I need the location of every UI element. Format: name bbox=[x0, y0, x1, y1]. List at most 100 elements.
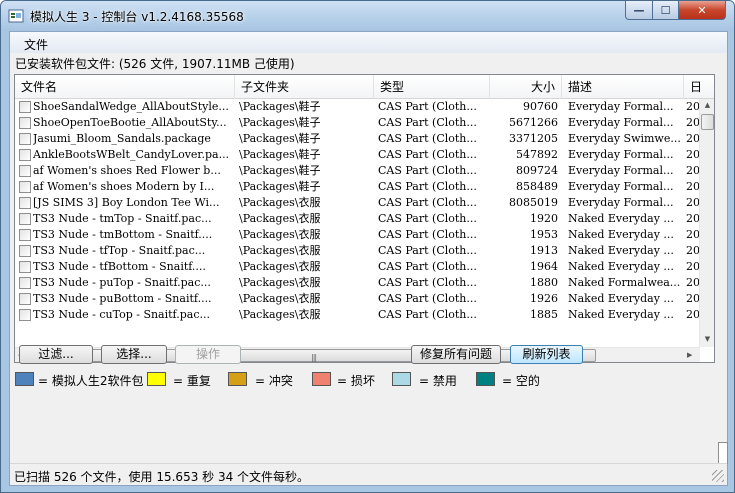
legend-label-conflict: = 冲突 bbox=[255, 374, 293, 388]
close-button[interactable]: ✕ bbox=[678, 1, 726, 20]
table-row[interactable]: TS3 Nude - puBottom - Snaitf.... \Package… bbox=[15, 291, 700, 307]
cell-date: 20 bbox=[686, 212, 700, 225]
table-row[interactable]: TS3 Nude - tfBottom - Snaitf.... \Package… bbox=[15, 259, 700, 275]
column-header-size[interactable]: 大小 bbox=[490, 75, 562, 99]
select-button[interactable]: 选择... bbox=[101, 345, 167, 364]
table-row[interactable]: Jasumi_Bloom_Sandals.package \Packages\鞋子… bbox=[15, 131, 700, 147]
cell-size: 1913 bbox=[530, 244, 558, 257]
filter-button[interactable]: 过滤... bbox=[19, 345, 93, 364]
row-checkbox[interactable] bbox=[19, 309, 31, 321]
menu-file[interactable]: 文件 bbox=[24, 36, 48, 53]
scroll-up-arrow-icon[interactable]: ▲ bbox=[700, 101, 714, 109]
list-rows: ShoeSandalWedge_AllAboutStyle... \Package… bbox=[15, 99, 700, 347]
cell-type: CAS Part (Cloth... bbox=[378, 180, 477, 193]
cell-type: CAS Part (Cloth... bbox=[378, 228, 477, 241]
maximize-button[interactable]: ☐ bbox=[652, 1, 679, 20]
lower-panel-scrollbar[interactable] bbox=[718, 442, 728, 464]
table-row[interactable]: ShoeSandalWedge_AllAboutStyle... \Package… bbox=[15, 99, 700, 115]
table-row[interactable]: TS3 Nude - tmTop - Snaitf.pac... \Package… bbox=[15, 211, 700, 227]
cell-date: 20 bbox=[686, 244, 700, 257]
column-header-date[interactable]: 日 bbox=[684, 75, 714, 99]
cell-description: Naked Everyday ... bbox=[568, 228, 674, 241]
cell-description: Everyday Formal... bbox=[568, 148, 674, 161]
refresh-list-button[interactable]: 刷新列表 bbox=[510, 345, 583, 364]
row-checkbox[interactable] bbox=[19, 181, 31, 193]
cell-type: CAS Part (Cloth... bbox=[378, 260, 477, 273]
cell-size: 1926 bbox=[530, 292, 558, 305]
cell-size: 3371205 bbox=[509, 132, 558, 145]
package-list[interactable]: 文件名 子文件夹 类型 大小 描述 日 ShoeSandalWedge_AllA… bbox=[14, 74, 715, 363]
table-row[interactable]: TS3 Nude - puTop - Snaitf.pac... \Package… bbox=[15, 275, 700, 291]
legend-label-sims2: = 模拟人生2软件包 bbox=[38, 374, 144, 388]
cell-size: 547892 bbox=[516, 148, 558, 161]
table-row[interactable]: TS3 Nude - tmBottom - Snaitf.... \Package… bbox=[15, 227, 700, 243]
table-row[interactable]: af Women's shoes Red Flower b... \Package… bbox=[15, 163, 700, 179]
cell-description: Naked Everyday ... bbox=[568, 212, 674, 225]
row-checkbox[interactable] bbox=[19, 261, 31, 273]
legend-label-disabled: = 禁用 bbox=[419, 374, 457, 388]
cell-description: Everyday Formal... bbox=[568, 180, 674, 193]
cell-name: TS3 Nude - cuTop - Snaitf.pac... bbox=[33, 308, 210, 321]
vertical-scroll-thumb[interactable] bbox=[701, 114, 714, 130]
row-checkbox[interactable] bbox=[19, 117, 31, 129]
row-checkbox[interactable] bbox=[19, 133, 31, 145]
cell-date: 20 bbox=[686, 196, 700, 209]
cell-type: CAS Part (Cloth... bbox=[378, 292, 477, 305]
cell-subfolder: \Packages\鞋子 bbox=[239, 100, 321, 113]
cell-description: Everyday Swimwe... bbox=[568, 132, 681, 145]
row-checkbox[interactable] bbox=[19, 149, 31, 161]
table-row[interactable]: [JS SIMS 3] Boy London Tee Wi... \Package… bbox=[15, 195, 700, 211]
cell-subfolder: \Packages\衣服 bbox=[239, 292, 321, 305]
column-header-description[interactable]: 描述 bbox=[562, 75, 684, 99]
row-checkbox[interactable] bbox=[19, 277, 31, 289]
cell-subfolder: \Packages\衣服 bbox=[239, 228, 321, 241]
legend-swatch-corrupt bbox=[312, 372, 331, 386]
cell-date: 20 bbox=[686, 308, 700, 321]
minimize-button[interactable]: — bbox=[625, 1, 653, 20]
cell-size: 809724 bbox=[516, 164, 558, 177]
cell-subfolder: \Packages\鞋子 bbox=[239, 148, 321, 161]
scroll-right-arrow-icon[interactable]: ▶ bbox=[687, 351, 692, 359]
legend-label-corrupt: = 损坏 bbox=[337, 374, 375, 388]
title-bar[interactable]: 模拟人生 3 - 控制台 v1.2.4168.35568 — ☐ ✕ bbox=[1, 1, 734, 31]
column-header-type[interactable]: 类型 bbox=[374, 75, 490, 99]
cell-description: Naked Formalwea... bbox=[568, 276, 681, 289]
cell-subfolder: \Packages\衣服 bbox=[239, 276, 321, 289]
table-row[interactable]: ShoeOpenToeBootie_AllAboutSty... \Package… bbox=[15, 115, 700, 131]
cell-date: 20 bbox=[686, 100, 700, 113]
cell-date: 20 bbox=[686, 260, 700, 273]
row-checkbox[interactable] bbox=[19, 229, 31, 241]
row-checkbox[interactable] bbox=[19, 245, 31, 257]
row-checkbox[interactable] bbox=[19, 213, 31, 225]
cell-description: Naked Everyday ... bbox=[568, 260, 674, 273]
cell-size: 1964 bbox=[530, 260, 558, 273]
vertical-scrollbar[interactable]: ▲ ▼ bbox=[699, 99, 714, 347]
installed-packages-label: 已安装软件包文件: (526 文件, 1907.11MB 己使用) bbox=[15, 57, 295, 71]
cell-name: AnkleBootsWBelt_CandyLover.pa... bbox=[33, 148, 230, 161]
table-row[interactable]: TS3 Nude - cuTop - Snaitf.pac... \Package… bbox=[15, 307, 700, 323]
row-checkbox[interactable] bbox=[19, 101, 31, 113]
action-button[interactable]: 操作 bbox=[175, 345, 241, 364]
cell-size: 1880 bbox=[530, 276, 558, 289]
resize-grip-icon[interactable] bbox=[712, 470, 724, 482]
row-checkbox[interactable] bbox=[19, 197, 31, 209]
cell-size: 1885 bbox=[530, 308, 558, 321]
cell-name: TS3 Nude - tfTop - Snaitf.pac... bbox=[33, 244, 206, 257]
row-checkbox[interactable] bbox=[19, 293, 31, 305]
table-row[interactable]: AnkleBootsWBelt_CandyLover.pa... \Package… bbox=[15, 147, 700, 163]
legend-swatch-conflict bbox=[228, 372, 247, 386]
scroll-down-arrow-icon[interactable]: ▼ bbox=[700, 335, 714, 343]
cell-subfolder: \Packages\衣服 bbox=[239, 196, 321, 209]
table-row[interactable]: af Women's shoes Modern by I... \Packages… bbox=[15, 179, 700, 195]
legend-label-duplicate: = 重复 bbox=[173, 374, 211, 388]
row-checkbox[interactable] bbox=[19, 165, 31, 177]
column-header-subfolder[interactable]: 子文件夹 bbox=[235, 75, 374, 99]
cell-type: CAS Part (Cloth... bbox=[378, 148, 477, 161]
cell-description: Everyday Formal... bbox=[568, 116, 674, 129]
legend-swatch-sims2 bbox=[15, 372, 34, 386]
column-header-name[interactable]: 文件名 bbox=[15, 75, 235, 99]
fix-all-problems-button[interactable]: 修复所有问题 bbox=[411, 345, 501, 364]
cell-name: af Women's shoes Modern by I... bbox=[33, 180, 215, 193]
table-row[interactable]: TS3 Nude - tfTop - Snaitf.pac... \Package… bbox=[15, 243, 700, 259]
cell-date: 20 bbox=[686, 116, 700, 129]
